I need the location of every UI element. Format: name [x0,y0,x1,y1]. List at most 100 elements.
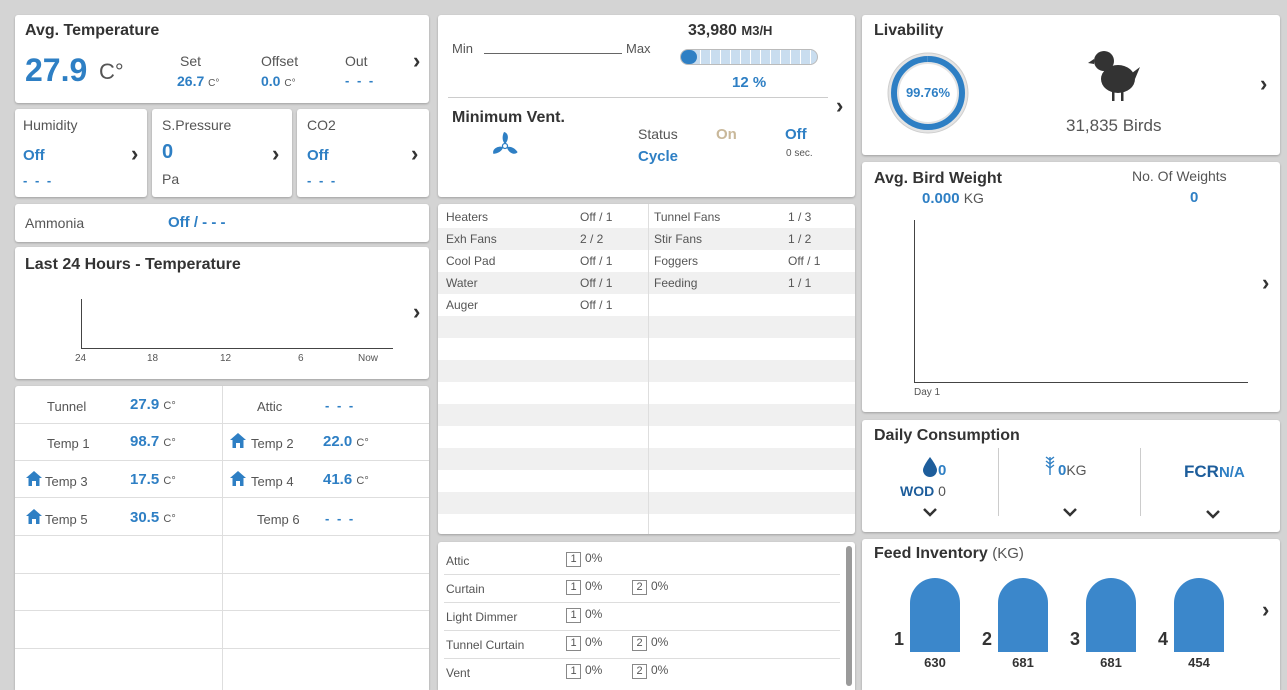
vent-airflow-bar-fill [681,50,698,64]
temp5-value-number: 30.5 [130,509,160,526]
silo-value: 454 [1188,655,1210,670]
temp6-label: Temp 6 [257,512,300,527]
tunnel-value-unit: C° [163,400,176,412]
silo-icon [1086,578,1136,652]
silo-number: 1 [894,629,905,649]
inlet-item: 1 0% [566,607,602,623]
set-value-unit: C° [208,78,220,89]
offset-value: 0.0 C° [261,73,296,89]
temp2-house-icon [229,432,247,454]
silo-number: 2 [982,629,993,649]
temp4-value: 41.6 C° [323,471,369,488]
temp5-value: 30.5 C° [130,509,176,526]
bird-weight-x-axis [914,382,1248,383]
inlet-item-percent: 0% [585,551,603,565]
vent-chevron-icon[interactable]: › [836,95,843,117]
feed-unit: KG [1066,462,1087,478]
daily-consumption-card[interactable]: Daily Consumption 0 WOD 0 0KG FCRN/A [862,420,1280,532]
temp2-value-number: 22.0 [323,433,353,450]
avg-temperature-chevron-icon[interactable]: › [413,50,420,72]
device-value: 2 / 2 [580,232,604,246]
inlet-item-percent: 0% [585,635,603,649]
humidity-label: Humidity [23,117,78,133]
min-vent-title: Minimum Vent. [452,109,565,126]
livability-percent: 99.76% [905,85,951,100]
vent-sec: 0 sec. [786,148,813,159]
feed-inventory-header: Feed Inventory (KG) [874,545,1024,563]
inlet-divider [444,602,840,603]
out-label: Out [345,53,368,69]
temp2-label: Temp 2 [251,436,294,451]
bird-weight-title: Avg. Bird Weight [874,170,1002,187]
inlet-divider [444,630,840,631]
temp-table-line [15,423,429,424]
temp1-label: Temp 1 [47,436,90,451]
set-label: Set [180,53,202,69]
inlet-name: Light Dimmer [446,610,518,624]
livability-chevron-icon[interactable]: › [1260,73,1267,95]
inlets-scrollbar[interactable] [846,546,852,686]
inlet-item: 1 0% [566,663,602,679]
vent-status-off: Off [785,126,807,143]
spressure-card[interactable]: S.Pressure 0 Pa › [152,109,292,197]
temp1-value-number: 98.7 [130,433,160,450]
vent-status-on: On [716,126,737,143]
daily-consumption-title: Daily Consumption [874,427,1020,444]
vent-airflow-bar [680,49,818,65]
last24-tick-12: 12 [220,353,232,364]
device-value: 1 / 2 [788,232,812,246]
bird-weight-y-axis [914,220,915,382]
avg-temperature-card[interactable]: Avg. Temperature 27.9 C° Set 26.7 C° Off… [15,15,429,103]
water-expand-chevron-icon[interactable] [923,504,937,522]
bird-weight-chevron-icon[interactable]: › [1262,272,1269,294]
set-value: 26.7 C° [177,73,219,89]
humidity-card[interactable]: Humidity Off - - - › [15,109,147,197]
inlet-item-number: 1 [566,552,581,567]
vent-airflow: 33,980 M3/H [688,22,772,40]
spressure-chevron-icon[interactable]: › [272,143,279,165]
offset-value-number: 0.0 [261,73,281,89]
vent-airflow-value: 33,980 [688,22,737,39]
temp5-house-icon [25,508,43,530]
livability-birds: 31,835 Birds [1066,116,1162,135]
inlet-item-percent: 0% [651,635,669,649]
temp4-value-unit: C° [356,475,369,487]
vent-percent: 12 % [732,74,767,91]
devices-stripe [438,382,855,404]
co2-card[interactable]: CO2 Off - - - › [297,109,429,197]
inlet-name: Attic [446,554,470,568]
ammonia-label: Ammonia [25,215,85,231]
livability-title: Livability [874,22,944,39]
attic-value: - - - [325,398,356,413]
inlet-item-percent: 0% [585,607,603,621]
livability-card[interactable]: Livability 99.76% 31,835 Birds › [862,15,1280,155]
last24-chevron-icon[interactable]: › [413,301,420,323]
temp5-label: Temp 5 [45,512,88,527]
inlet-item-number: 1 [566,636,581,651]
last24-title: Last 24 Hours - Temperature [25,256,241,273]
consumption-divider-2 [1140,448,1141,516]
tunnel-value: 27.9 C° [130,396,176,413]
ammonia-card[interactable]: Ammonia Off / - - - [15,204,429,242]
silo-icon [1174,578,1224,652]
inlet-item-number: 1 [566,664,581,679]
bird-weight-card[interactable]: Avg. Bird Weight 0.000 KG No. Of Weights… [862,162,1280,412]
feed-expand-chevron-icon[interactable] [1063,504,1077,522]
fcr-expand-chevron-icon[interactable] [1206,506,1220,524]
feed-inventory-chevron-icon[interactable]: › [1262,599,1269,621]
inlet-item: 1 0% [566,551,602,567]
feed-inventory-card[interactable]: Feed Inventory (KG) 1 630 2 681 3 681 4 454 › [862,539,1280,690]
co2-chevron-icon[interactable]: › [411,143,418,165]
tunnel-label: Tunnel [47,399,87,414]
livability-gauge: 99.76% [886,51,970,135]
temp-table-divider [222,386,223,690]
devices-divider [648,204,649,534]
inlet-item-number: 2 [632,636,647,651]
vent-min-label: Min [452,41,473,56]
vent-max-label: Max [626,41,651,56]
min-vent-card[interactable]: Min Max 33,980 M3/H 12 % › Minimum Vent.… [438,15,855,197]
temp3-value-unit: C° [163,475,176,487]
humidity-chevron-icon[interactable]: › [131,143,138,165]
last24-card[interactable]: Last 24 Hours - Temperature 24 18 12 6 N… [15,247,429,379]
temp3-value: 17.5 C° [130,471,176,488]
